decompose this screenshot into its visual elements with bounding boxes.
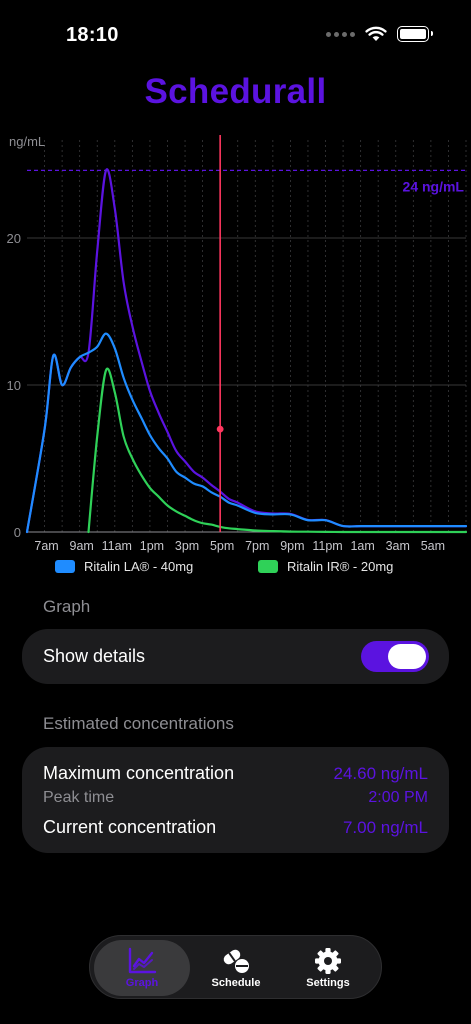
current-concentration-value: 7.00 ng/mL: [342, 818, 428, 837]
chart-legend: Ritalin LA® - 40mg Ritalin IR® - 20mg: [0, 559, 471, 581]
peak-time-value: 2:00 PM: [368, 789, 428, 806]
tab-schedule-label: Schedule: [211, 977, 261, 989]
current-concentration-row: Current concentration 7.00 ng/mL: [43, 817, 428, 838]
tab-graph-label: Graph: [125, 977, 159, 989]
x-tick-label: 5pm: [210, 539, 234, 553]
tab-schedule[interactable]: Schedule: [188, 940, 284, 996]
series-line-ritalin-la: [25, 332, 468, 534]
y-tick-label: 10: [7, 378, 21, 393]
y-axis-label: ng/mL: [9, 134, 45, 149]
y-tick-label: 20: [7, 231, 21, 246]
x-tick-label: 3am: [386, 539, 410, 553]
status-icons: [326, 26, 433, 42]
gear-icon: [315, 948, 341, 974]
x-tick-label: 5am: [421, 539, 445, 553]
status-bar: 18:10: [0, 0, 471, 70]
cellular-signal-icon: [326, 31, 355, 37]
concentrations-section-title: Estimated concentrations: [43, 714, 234, 733]
chart-icon: [128, 947, 157, 974]
legend-swatch-ritalin-la: [55, 560, 75, 573]
x-tick-label: 3pm: [175, 539, 199, 553]
concentration-chart[interactable]: 0 10 20 ng/mL 7am 9am 11am 1pm 3pm 5pm 7pm 9pm 11pm 1…: [0, 130, 471, 560]
battery-icon: [397, 26, 433, 42]
series-line-ritalin-ir: [87, 367, 468, 534]
status-time: 18:10: [66, 24, 119, 46]
pills-icon: [223, 949, 249, 973]
app-title: Schedurall: [144, 72, 327, 111]
x-tick-label: 1pm: [140, 539, 164, 553]
x-tick-label: 11am: [102, 539, 132, 553]
toggle-knob: [388, 644, 426, 669]
tab-graph[interactable]: Graph: [94, 940, 190, 996]
x-tick-label: 7am: [34, 539, 58, 553]
x-tick-label: 1am: [350, 539, 374, 553]
show-details-label: Show details: [43, 646, 146, 666]
x-tick-label: 9am: [70, 539, 94, 553]
current-concentration-point: [216, 425, 224, 433]
max-concentration-row: Maximum concentration 24.60 ng/mL: [43, 763, 428, 784]
legend-label-ritalin-ir: Ritalin IR® - 20mg: [287, 559, 394, 574]
show-details-row: Show details: [22, 629, 449, 684]
peak-time-label: Peak time: [43, 789, 115, 806]
tab-settings-label: Settings: [306, 977, 350, 989]
tab-settings[interactable]: Settings: [280, 940, 376, 996]
current-concentration-label: Current concentration: [43, 817, 217, 837]
peak-time-row: Peak time 2:00 PM: [43, 789, 428, 807]
tab-bar: Graph Schedule Settings: [89, 935, 382, 999]
x-tick-label: 7pm: [245, 539, 269, 553]
concentrations-card: Maximum concentration 24.60 ng/mL Peak t…: [22, 747, 449, 853]
x-tick-label: 9pm: [280, 539, 304, 553]
graph-section-title: Graph: [43, 597, 91, 616]
legend-item-ritalin-la: Ritalin LA® - 40mg: [55, 559, 193, 574]
x-tick-label: 11pm: [312, 539, 342, 553]
max-concentration-value: 24.60 ng/mL: [333, 764, 428, 783]
max-concentration-label: 24 ng/mL: [403, 178, 465, 194]
legend-item-ritalin-ir: Ritalin IR® - 20mg: [258, 559, 393, 574]
wifi-icon: [365, 26, 387, 41]
legend-label-ritalin-la: Ritalin LA® - 40mg: [84, 559, 194, 574]
y-tick-label: 0: [14, 525, 21, 540]
max-concentration-label: Maximum concentration: [43, 763, 235, 783]
show-details-toggle[interactable]: [361, 641, 429, 672]
legend-swatch-ritalin-ir: [258, 560, 278, 573]
